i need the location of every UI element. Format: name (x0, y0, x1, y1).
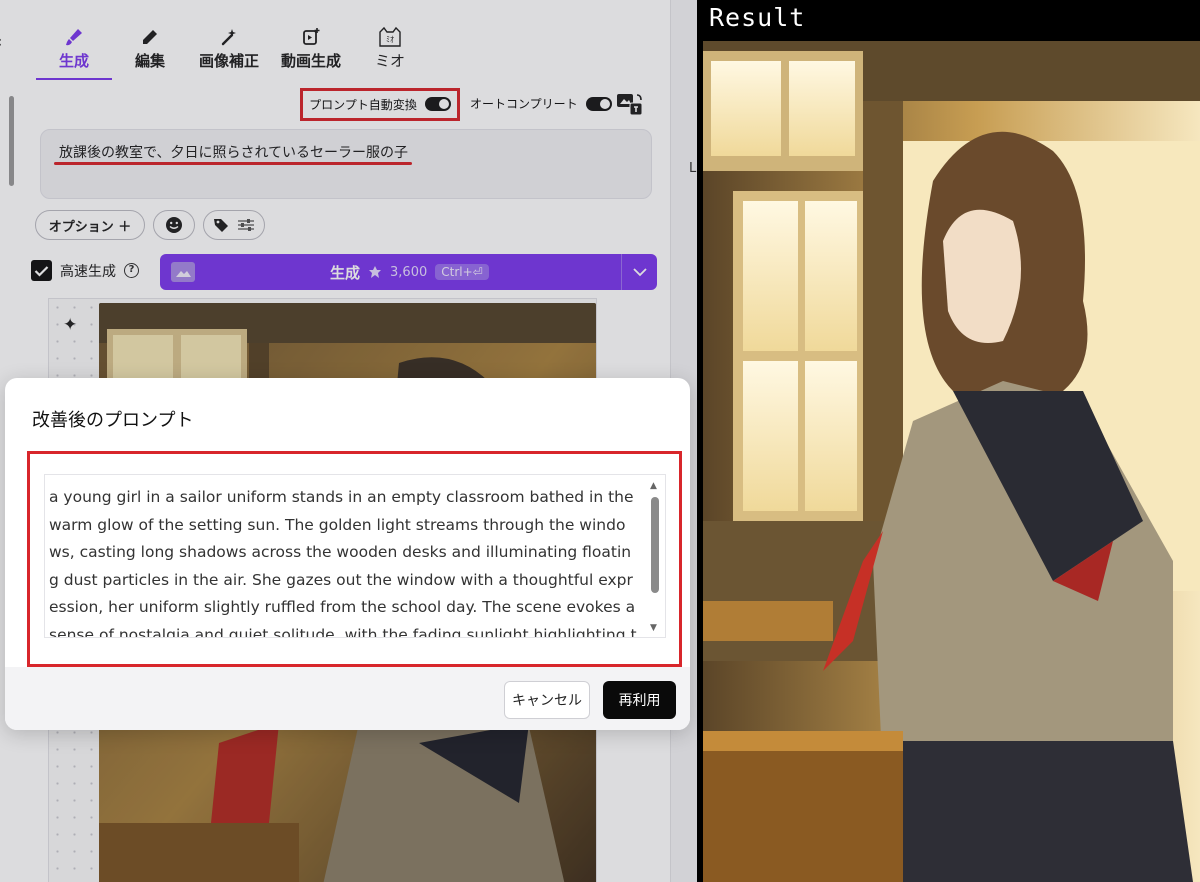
help-icon[interactable]: ? (124, 263, 139, 278)
prompt-auto-convert-label: プロンプト自動変換 (309, 97, 417, 112)
generate-button[interactable]: 生成 3,600 Ctrl+⏎ (160, 254, 657, 290)
sparkle-icon[interactable]: ✦ (63, 315, 77, 335)
scroll-thumb[interactable] (651, 497, 659, 593)
screenshot-root: ‹ 生成 編集 画像補正 (0, 0, 1200, 882)
tag-icon (214, 219, 228, 232)
scroll-up-icon[interactable]: ▲ (650, 481, 657, 491)
dialog-title: 改善後のプロンプト (32, 410, 194, 431)
option-chips: オプション ＋ (35, 210, 265, 240)
improved-prompt-dialog: 改善後のプロンプト a young girl in a sailor unifo… (5, 378, 690, 730)
svg-text:ﾐｵ: ﾐｵ (386, 35, 394, 44)
sidebar-scrollbar[interactable] (9, 96, 14, 186)
image-convert-icon[interactable] (616, 92, 644, 116)
credit-icon (369, 266, 382, 278)
result-label: Result (709, 3, 806, 32)
fast-generation-label: 高速生成 (60, 263, 116, 280)
reuse-button[interactable]: 再利用 (603, 681, 676, 719)
app-panel: ‹ 生成 編集 画像補正 (0, 0, 697, 882)
generate-dropdown[interactable] (621, 254, 657, 290)
back-chevron-icon[interactable]: ‹ (0, 34, 8, 50)
prompt-auto-convert-toggle[interactable] (424, 97, 451, 111)
smiley-icon (166, 217, 182, 233)
video-plus-icon (270, 26, 352, 48)
tab-generate[interactable]: 生成 (36, 22, 112, 80)
autocomplete-row: オートコンプリート (470, 95, 612, 112)
mode-tabs: 生成 編集 画像補正 動画生成 ﾐｵ ミオ (36, 22, 428, 80)
fast-generation-row: 高速生成 ? (31, 260, 139, 281)
improved-prompt-highlight: a young girl in a sailor uniform stands … (27, 451, 682, 667)
options-button[interactable]: オプション ＋ (35, 210, 145, 240)
check-icon (34, 265, 49, 277)
improved-prompt-text: a young girl in a sailor uniform stands … (49, 488, 637, 638)
prompt-auto-convert-row: プロンプト自動変換 (300, 87, 460, 121)
magic-wand-icon (188, 26, 270, 48)
prompt-auto-convert-highlight: プロンプト自動変換 (300, 87, 460, 121)
pencil-icon (112, 26, 188, 48)
tag-settings-button[interactable] (203, 210, 265, 240)
cat-face-icon: ﾐｵ (352, 26, 428, 48)
prompt-input[interactable]: 放課後の教室で、夕日に照らされているセーラー服の子 (40, 129, 652, 199)
chevron-down-icon (632, 267, 647, 276)
prompt-text: 放課後の教室で、夕日に照らされているセーラー服の子 (59, 145, 409, 161)
result-image (703, 41, 1200, 882)
improved-prompt-textarea[interactable]: a young girl in a sailor uniform stands … (44, 474, 666, 638)
cancel-button[interactable]: キャンセル (504, 681, 590, 719)
tab-mio[interactable]: ﾐｵ ミオ (352, 22, 428, 80)
textarea-scrollbar[interactable]: ▲ ▼ (649, 481, 661, 633)
autocomplete-toggle[interactable] (585, 96, 612, 111)
shortcut-badge: Ctrl+⏎ (435, 264, 489, 280)
brush-icon (36, 26, 112, 48)
autocomplete-label: オートコンプリート (470, 97, 578, 111)
image-icon (171, 262, 195, 282)
scroll-down-icon[interactable]: ▼ (650, 623, 657, 633)
generate-label: 生成 (330, 263, 361, 282)
fast-generation-checkbox[interactable] (31, 260, 52, 281)
face-button[interactable] (153, 210, 195, 240)
tab-image-correction[interactable]: 画像補正 (188, 22, 270, 80)
prompt-highlight-underline (54, 162, 412, 165)
tab-video-generation[interactable]: 動画生成 (270, 22, 352, 80)
tab-edit[interactable]: 編集 (112, 22, 188, 80)
sliders-icon (238, 219, 254, 231)
generate-cost: 3,600 (390, 264, 428, 280)
result-panel: Result (701, 0, 1200, 882)
